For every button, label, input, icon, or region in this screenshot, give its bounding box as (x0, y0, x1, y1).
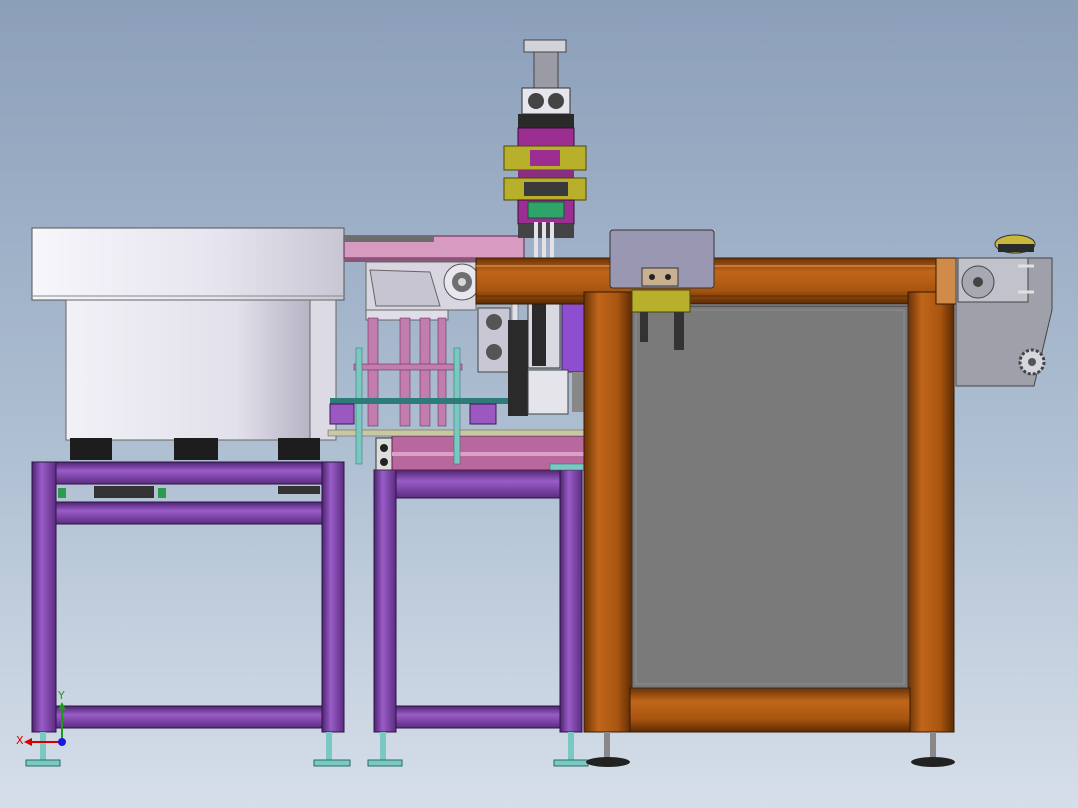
conveyor-drive-end (955, 234, 1053, 387)
vibratory-bowl-feeder (31, 227, 345, 460)
y-axis-label: Y (58, 689, 65, 702)
z-axis-dot (58, 738, 66, 746)
x-axis-label: X (16, 734, 24, 747)
left-purple-stand (31, 461, 345, 733)
machine-assembly-drawing (24, 39, 1053, 767)
cad-viewport[interactable]: X Y (0, 0, 1078, 808)
leveling-feet (25, 732, 955, 767)
middle-purple-stand (373, 437, 583, 733)
